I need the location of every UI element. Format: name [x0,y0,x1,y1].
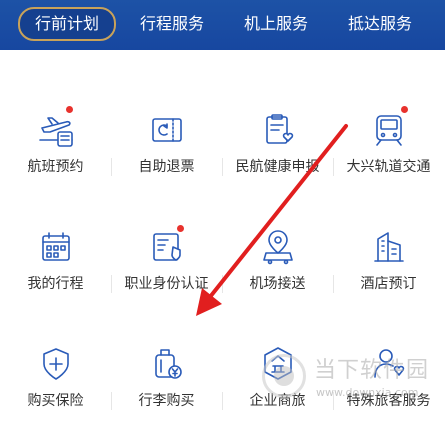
service-hotel-booking[interactable]: 酒店预订 [333,195,444,313]
location-car-icon [258,227,298,267]
calendar-icon [36,227,76,267]
divider [333,275,334,293]
divider [111,158,112,176]
divider [222,275,223,293]
id-badge-icon [147,227,187,267]
watermark-url: www.downxia.com [316,386,419,399]
service-profession-id[interactable]: 职业身份认证 [111,195,222,313]
plane-booking-icon [36,110,76,150]
service-label: 酒店预订 [360,276,417,292]
service-label: 购买保险 [27,393,84,409]
tab-inflight-service[interactable]: 机上服务 [236,9,316,39]
new-badge [66,106,73,113]
service-label: 行李购买 [138,393,195,409]
service-flight-booking[interactable]: 航班预约 [0,78,111,196]
service-airport-transfer[interactable]: 机场接送 [222,195,333,313]
divider [111,392,112,410]
service-label: 航班预约 [27,159,84,175]
service-self-refund[interactable]: 自助退票 [111,78,222,196]
health-declaration-icon [258,110,298,150]
service-label: 我的行程 [27,276,84,292]
shield-plus-icon [36,344,76,384]
service-label: 职业身份认证 [124,276,209,292]
new-badge [177,225,184,232]
service-health-declaration[interactable]: 民航健康申报 [222,78,333,196]
service-label: 机场接送 [249,276,306,292]
tab-trip-service[interactable]: 行程服务 [132,9,212,39]
service-luggage-purchase[interactable]: 行李购买 [111,312,222,430]
watermark-title: 当下软件园 [314,358,430,383]
divider [333,158,334,176]
hotel-building-icon [369,227,409,267]
divider [222,392,223,410]
service-label: 大兴轨道交通 [346,159,431,175]
divider [222,158,223,176]
rail-transit-icon [369,110,409,150]
top-tab-bar: 行前计划 行程服务 机上服务 抵达服务 [0,0,445,50]
watermark: 当下软件园 www.downxia.com [262,352,442,412]
ticket-refund-icon [147,110,187,150]
service-label: 自助退票 [138,159,195,175]
luggage-yen-icon [147,344,187,384]
divider [111,275,112,293]
watermark-logo-icon [262,354,306,398]
new-badge [401,106,408,113]
service-label: 民航健康申报 [235,159,320,175]
tab-arrival-service[interactable]: 抵达服务 [340,9,420,39]
tab-pre-trip-plan[interactable]: 行前计划 [18,7,116,41]
service-buy-insurance[interactable]: 购买保险 [0,312,111,430]
service-daxing-rail[interactable]: 大兴轨道交通 [333,78,444,196]
service-my-trips[interactable]: 我的行程 [0,195,111,313]
